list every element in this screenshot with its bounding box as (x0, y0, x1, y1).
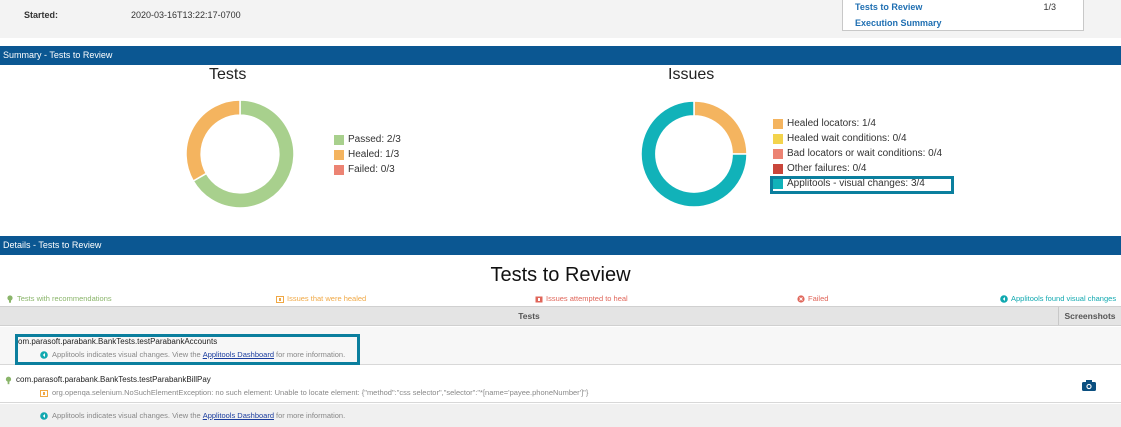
failed-icon (797, 294, 805, 303)
donut-slice-healed-locators (693, 100, 748, 155)
legend-swatch (334, 149, 344, 160)
toc-link-tests-to-review[interactable]: Tests to Review (855, 2, 922, 12)
tests-legend-item: Failed: 0/3 (334, 162, 401, 177)
key-label: Applitools found visual changes (1011, 294, 1117, 303)
started-label: Started: (24, 10, 59, 20)
test-name: com.parasoft.parabank.BankTests.testPara… (16, 375, 211, 384)
legend-label: Healed wait conditions: 0/4 (787, 133, 907, 144)
tests-chart-legend: Passed: 2/3 Healed: 1/3 Failed: 0/3 (334, 132, 401, 177)
tests-donut-chart (185, 99, 295, 209)
legend-swatch (773, 163, 783, 174)
legend-swatch (773, 148, 783, 159)
applitools-dashboard-link[interactable]: Applitools Dashboard (203, 411, 274, 420)
summary-section-bar: Summary - Tests to Review (0, 46, 1121, 65)
donut-slice-healed (185, 99, 241, 183)
column-header-tests: Tests (0, 307, 1059, 325)
error-detail: org.openqa.selenium.NoSuchElementExcepti… (40, 388, 588, 397)
legend-label: Healed: 1/3 (348, 149, 400, 160)
legend-label: Bad locators or wait conditions: 0/4 (787, 148, 943, 159)
key-issues-attempted: Issues attempted to heal (535, 294, 628, 303)
applitools-icon (1000, 294, 1008, 303)
table-row: com.parasoft.parabank.BankTests.testPara… (0, 366, 1121, 403)
key-label: Issues attempted to heal (546, 294, 628, 303)
legend-label: Passed: 2/3 (348, 134, 401, 145)
key-label: Failed (808, 294, 829, 303)
legend-label: Healed locators: 1/4 (787, 118, 876, 129)
applitools-detail: Applitools indicates visual changes. Vie… (40, 411, 345, 420)
detail-text: Applitools indicates visual changes. Vie… (52, 411, 201, 420)
lightbulb-icon (5, 376, 12, 385)
toc-link-execution-summary[interactable]: Execution Summary (855, 18, 942, 28)
table-of-contents: Tests to Review 1/3 Execution Summary (842, 0, 1084, 31)
key-failed: Failed (797, 294, 828, 303)
attempted-heal-icon (535, 296, 543, 302)
issues-legend-item: Healed locators: 1/4 (773, 116, 942, 131)
healed-icon (276, 295, 284, 303)
test-row-highlight (15, 334, 360, 365)
legend-swatch (773, 118, 783, 129)
healed-icon (40, 389, 48, 397)
key-label: Tests with recommendations (17, 294, 112, 303)
issues-legend-item: Healed wait conditions: 0/4 (773, 131, 942, 146)
issues-chart-title: Issues (668, 66, 715, 83)
error-text: org.openqa.selenium.NoSuchElementExcepti… (52, 388, 589, 397)
key-issues-healed: Issues that were healed (276, 294, 366, 303)
legend-swatch (334, 164, 344, 175)
details-title: Tests to Review (490, 264, 631, 286)
detail-text: for more information. (276, 411, 346, 420)
column-header-screenshots: Screenshots (1064, 311, 1116, 321)
key-label: Issues that were healed (287, 294, 367, 303)
legend-swatch (773, 133, 783, 144)
lightbulb-icon (7, 294, 13, 303)
legend-label: Other failures: 0/4 (787, 163, 867, 174)
tests-legend-item: Healed: 1/3 (334, 147, 401, 162)
started-value: 2020-03-16T13:22:17-0700 (131, 10, 241, 20)
details-section-bar: Details - Tests to Review (0, 236, 1121, 255)
issues-legend-item: Other failures: 0/4 (773, 161, 942, 176)
legend-swatch (334, 134, 344, 145)
key-tests-with-recommendations: Tests with recommendations (6, 294, 112, 303)
key-applitools-visual-changes: Applitools found visual changes (1000, 294, 1116, 303)
toc-count-tests-to-review: 1/3 (1043, 2, 1056, 12)
legend-label: Failed: 0/3 (348, 164, 395, 175)
applitools-icon (40, 411, 48, 420)
issues-donut-chart (640, 100, 748, 208)
applitools-legend-highlight (770, 176, 954, 194)
tests-legend-item: Passed: 2/3 (334, 132, 401, 147)
tests-chart-title: Tests (209, 66, 247, 83)
report-header: Started: 2020-03-16T13:22:17-0700 Tests … (0, 0, 1121, 38)
screenshot-camera-icon[interactable] (1082, 380, 1096, 391)
tests-table-header: Tests Screenshots (0, 306, 1121, 326)
table-row: Applitools indicates visual changes. Vie… (0, 404, 1121, 427)
issues-legend-item: Bad locators or wait conditions: 0/4 (773, 146, 942, 161)
